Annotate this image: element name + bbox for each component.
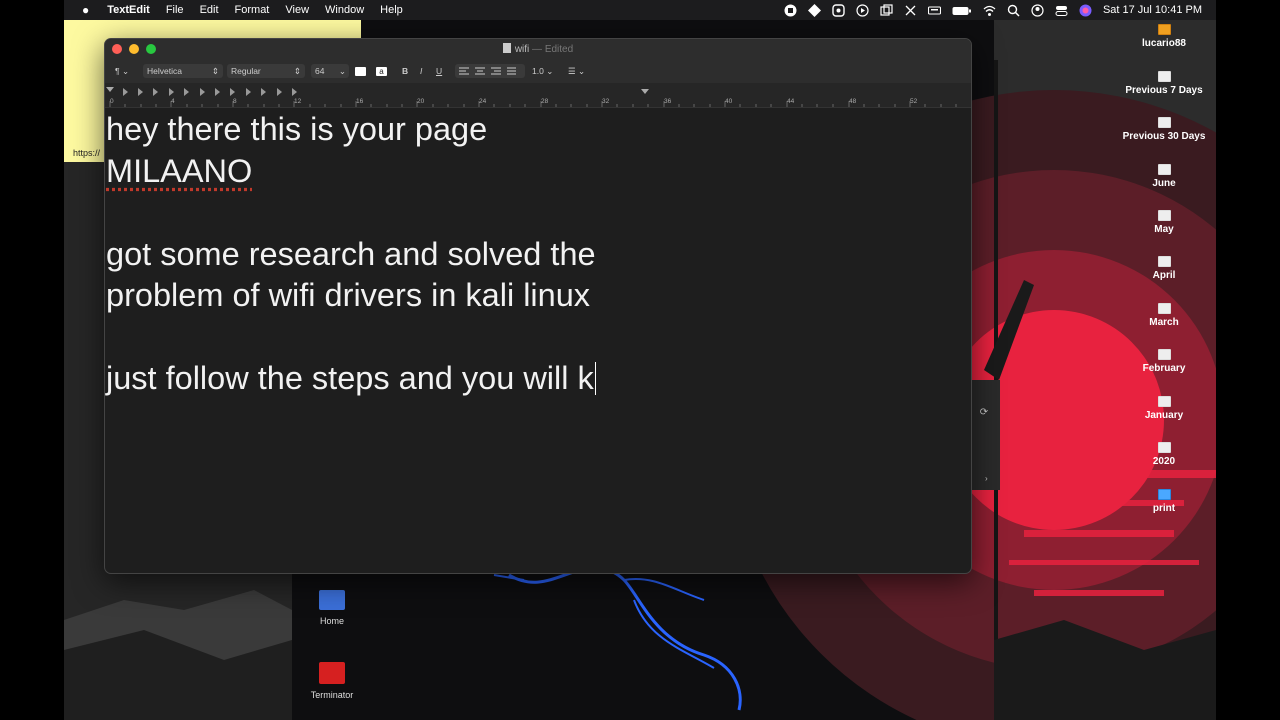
doc-line-misspelled: MILAANO — [106, 152, 253, 189]
kali-icon-terminator[interactable]: Terminator — [297, 662, 367, 700]
desktop-item-april[interactable]: April — [1104, 256, 1224, 281]
highlight-color-button[interactable]: a — [376, 67, 387, 76]
smart-folder-icon — [1157, 117, 1171, 128]
folder-icon — [1157, 164, 1171, 175]
menu-format[interactable]: Format — [227, 4, 278, 16]
menu-help[interactable]: Help — [372, 4, 411, 16]
terminal-icon — [319, 662, 345, 684]
desktop-item-label: lucario88 — [1142, 38, 1186, 49]
document-icon — [502, 43, 511, 53]
doc-line — [106, 192, 596, 234]
kali-icon-label: Home — [319, 616, 344, 626]
folder-icon — [1157, 396, 1171, 407]
doc-line: hey there this is your page — [106, 111, 488, 147]
paragraph-style-menu[interactable]: ¶ ⌄ — [115, 66, 129, 77]
text-cursor — [594, 362, 597, 395]
font-size-select[interactable]: 64 ⌄ — [311, 64, 349, 78]
desktop-item-label: June — [1152, 178, 1176, 189]
menu-window[interactable]: Window — [317, 4, 372, 16]
window-titlebar[interactable]: wifi — Edited — [105, 39, 971, 61]
desktop-item-february[interactable]: February — [1104, 349, 1224, 374]
desktop-item-label: May — [1154, 224, 1174, 235]
folder-icon — [1157, 303, 1171, 314]
ruler[interactable]: 0 4 8 12 16 20 24 28 32 36 40 44 48 52 — [105, 83, 971, 108]
panel-arrow-icon[interactable]: › — [985, 474, 993, 488]
document-status: Edited — [544, 44, 574, 55]
list-bullets-menu[interactable]: ☰ ⌄ — [568, 66, 585, 77]
kali-icon-label: Terminator — [310, 690, 354, 700]
folder-icon — [1157, 442, 1171, 453]
folder-icon — [1157, 349, 1171, 360]
doc-line — [106, 317, 596, 359]
doc-line: got some research and solved the — [106, 235, 596, 272]
windows-icon[interactable] — [880, 3, 893, 17]
grid-app-icon[interactable] — [832, 3, 845, 17]
screen-record-icon[interactable] — [784, 4, 797, 17]
menubar-clock[interactable]: Sat 17 Jul 10:41 PM — [1103, 4, 1202, 16]
user-icon[interactable] — [1031, 3, 1044, 17]
refresh-icon[interactable]: ⟳ — [975, 404, 993, 422]
desktop-item-previous-7-days[interactable]: Previous 7 Days — [1104, 71, 1224, 96]
menu-edit[interactable]: Edit — [192, 4, 227, 16]
textedit-window[interactable]: wifi — Edited ¶ ⌄ Helvetica ⇕ Regular ⇕ 64… — [104, 38, 972, 574]
smart-folder-icon — [1157, 71, 1171, 82]
desktop-item-2020[interactable]: 2020 — [1104, 442, 1224, 467]
folder-icon — [1157, 210, 1171, 221]
bold-button[interactable]: B — [402, 66, 408, 76]
wifi-icon[interactable] — [983, 4, 996, 17]
battery-icon[interactable] — [952, 4, 972, 17]
format-toolbar: ¶ ⌄ Helvetica ⇕ Regular ⇕ 64 ⌄ a B I U 1.0 … — [105, 61, 971, 83]
doc-line-text: just follow the steps and you will k — [106, 360, 594, 396]
desktop-item-label: 2020 — [1152, 456, 1176, 467]
desktop-item-label: Previous 7 Days — [1125, 85, 1203, 96]
folder-icon — [1157, 489, 1171, 500]
desktop-item-january[interactable]: January — [1104, 396, 1224, 421]
menu-file[interactable]: File — [158, 4, 192, 16]
home-folder-icon — [319, 590, 345, 610]
desktop-item-june[interactable]: June — [1104, 164, 1224, 189]
desktop-item-label: January — [1144, 410, 1184, 421]
tools-icon[interactable] — [904, 4, 917, 17]
doc-line-current: just follow the steps and you will k — [106, 358, 597, 400]
sticky-note-url: https:// — [73, 148, 101, 158]
text-color-swatch[interactable] — [355, 67, 366, 76]
menu-app-name[interactable]: TextEdit — [99, 4, 158, 16]
spotlight-search-icon[interactable] — [1007, 4, 1020, 17]
desktop-item-previous-30-days[interactable]: Previous 30 Days — [1104, 117, 1224, 142]
font-style-select[interactable]: Regular ⇕ — [227, 64, 305, 78]
document-name: wifi — [514, 44, 530, 55]
doc-line: problem of wifi drivers in kali linux — [106, 277, 591, 313]
desktop-item-label: Previous 30 Days — [1122, 131, 1206, 142]
ruler-ticks — [109, 101, 957, 107]
siri-icon[interactable] — [1079, 4, 1092, 17]
alignment-group — [455, 64, 525, 78]
desktop-item-label: April — [1152, 270, 1176, 281]
desktop-item-march[interactable]: March — [1104, 303, 1224, 328]
line-spacing-menu[interactable]: 1.0 ⌄ — [532, 66, 553, 77]
desktop-item-may[interactable]: May — [1104, 210, 1224, 235]
desktop-item-lucario88[interactable]: lucario88 — [1104, 24, 1224, 49]
font-family-select[interactable]: Helvetica ⇕ — [143, 64, 223, 78]
menu-bar: ● TextEdit File Edit Format View Window … — [64, 0, 1216, 20]
folder-icon — [1157, 256, 1171, 267]
app-diamond-icon[interactable] — [807, 3, 821, 17]
desktop-item-label: March — [1149, 317, 1179, 328]
italic-button[interactable]: I — [420, 66, 422, 76]
drive-icon — [1157, 24, 1171, 35]
kali-icon-home[interactable]: Home — [297, 590, 367, 626]
control-center-icon[interactable] — [1055, 4, 1068, 17]
apple-menu-icon[interactable]: ● — [64, 3, 99, 17]
document-body[interactable]: hey there this is your page MILAANO got so… — [106, 109, 597, 400]
desktop-item-label: February — [1142, 363, 1186, 374]
menu-view[interactable]: View — [277, 4, 317, 16]
underline-button[interactable]: U — [436, 66, 442, 76]
desktop-item-label: print — [1152, 503, 1176, 514]
keyboard-icon[interactable] — [927, 4, 941, 17]
window-title: wifi — Edited — [105, 43, 971, 55]
desktop-item-print[interactable]: print — [1104, 489, 1224, 514]
play-circle-icon[interactable] — [856, 3, 869, 17]
